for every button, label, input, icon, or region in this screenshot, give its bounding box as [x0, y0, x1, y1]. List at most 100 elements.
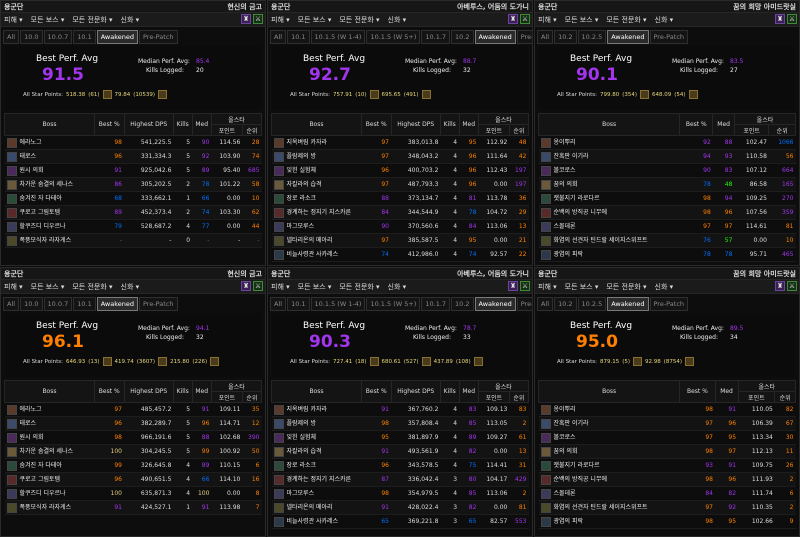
boss-name[interactable]: 순백의 방직공 니무에: [554, 209, 608, 216]
boss-row[interactable]: 순백의 방직공 니무에 98 96 111.93 2: [538, 472, 796, 487]
patch-tab[interactable]: 10.0: [20, 297, 43, 311]
boss-name[interactable]: 넬타리온의 메아리: [287, 237, 333, 244]
patch-tab[interactable]: 10.0.7: [43, 30, 73, 44]
boss-name[interactable]: 옹이뿌리: [554, 139, 576, 146]
boss-row[interactable]: 자칼라의 습격 91 493,561.9 4 82 0.00 13: [271, 444, 529, 459]
boss-name[interactable]: 광염의 피락: [554, 251, 584, 258]
boss-row[interactable]: 비늘사령관 사카레스 74 412,986.0 4 74 92.57 22: [271, 247, 529, 262]
boss-row[interactable]: 순백의 방직공 니무에 98 96 107.56 359: [538, 205, 796, 220]
boss-name[interactable]: 에라노그: [20, 406, 42, 413]
filter-dropdown[interactable]: 신화 ▾: [655, 282, 674, 292]
boss-name[interactable]: 마그모루스: [287, 223, 315, 230]
patch-tab[interactable]: 10.1: [287, 30, 310, 44]
sword-icon[interactable]: ⚔: [253, 14, 263, 24]
boss-row[interactable]: 에라노그 98 541,225.5 5 90 114.56 28: [4, 135, 262, 150]
boss-row[interactable]: 넬타리온의 메아리 91 428,022.4 3 82 0.00 81: [271, 500, 529, 515]
boss-name[interactable]: 폭풍모식자 라자게스: [20, 504, 72, 511]
boss-name[interactable]: 볼코로스: [554, 434, 576, 441]
castle-icon[interactable]: ♜: [508, 281, 518, 291]
patch-tab[interactable]: 10.1: [287, 297, 310, 311]
patch-tab[interactable]: Pre-Patch: [649, 297, 689, 311]
filter-dropdown[interactable]: 모든 전문화 ▾: [339, 15, 379, 25]
filter-dropdown[interactable]: 피해 ▾: [271, 282, 290, 292]
filter-dropdown[interactable]: 신화 ▾: [388, 15, 407, 25]
filter-dropdown[interactable]: 피해 ▾: [538, 15, 557, 25]
boss-name[interactable]: 화염의 선견자 틴드랄 세이지스위프트: [554, 504, 648, 511]
boss-name[interactable]: 자칼라의 습격: [287, 448, 322, 455]
boss-row[interactable]: 잔혹판 이기라 94 93 110.58 56: [538, 149, 796, 164]
boss-name[interactable]: 할쿠즈디 디우르나: [20, 490, 66, 497]
filter-dropdown[interactable]: 모든 전문화 ▾: [339, 282, 379, 292]
castle-icon[interactable]: ♜: [508, 14, 518, 24]
boss-row[interactable]: 옹이뿌리 92 88 102.47 1066: [538, 135, 796, 150]
patch-tab[interactable]: All: [270, 30, 287, 44]
patch-tab[interactable]: Awakened: [607, 297, 649, 311]
patch-tab[interactable]: All: [3, 30, 20, 44]
boss-name[interactable]: 스몰데론: [554, 490, 576, 497]
patch-tab[interactable]: All: [270, 297, 287, 311]
patch-tab[interactable]: Pre-Patch: [516, 30, 532, 44]
patch-tab[interactable]: 10.2.5: [577, 30, 607, 44]
boss-name[interactable]: 폭풍모식자 라자게스: [20, 237, 72, 244]
sword-icon[interactable]: ⚔: [520, 14, 530, 24]
boss-name[interactable]: 쿠로고 그림토템: [20, 476, 61, 483]
patch-tab[interactable]: 10.2: [451, 30, 474, 44]
boss-row[interactable]: 쿠로고 그림토템 89 452,373.4 2 74 103.30 62: [4, 205, 262, 220]
patch-tab[interactable]: 10.1.5 (W 1-4): [310, 30, 366, 44]
boss-name[interactable]: 잊힌 실험체: [287, 167, 317, 174]
patch-tab[interactable]: Awakened: [96, 297, 138, 311]
boss-row[interactable]: 꿈의 의회 78 48 86.58 165: [538, 177, 796, 192]
boss-name[interactable]: 잊힌 실험체: [287, 434, 317, 441]
filter-dropdown[interactable]: 모든 전문화 ▾: [72, 15, 112, 25]
boss-name[interactable]: 플람제의 방: [287, 420, 317, 427]
boss-name[interactable]: 옹이뿌리: [554, 406, 576, 413]
patch-tab[interactable]: 10.1: [73, 297, 96, 311]
filter-dropdown[interactable]: 피해 ▾: [4, 282, 23, 292]
boss-name[interactable]: 숨겨진 자 다테아: [20, 195, 62, 202]
boss-row[interactable]: 마그모루스 98 354,979.5 4 85 113.06 2: [271, 486, 529, 501]
boss-row[interactable]: 스몰데론 84 82 111.74 6: [538, 486, 796, 501]
patch-tab[interactable]: 10.2: [451, 297, 474, 311]
boss-row[interactable]: 옹이뿌리 98 91 110.05 82: [538, 402, 796, 417]
patch-tab[interactable]: 10.0: [20, 30, 43, 44]
filter-dropdown[interactable]: 모든 보스 ▾: [31, 282, 65, 292]
boss-name[interactable]: 순백의 방직공 니무에: [554, 476, 608, 483]
boss-row[interactable]: 광염의 피락 78 78 95.71 465: [538, 247, 796, 262]
sword-icon[interactable]: ⚔: [787, 14, 797, 24]
boss-row[interactable]: 경계하는 정지기 지스카른 84 344,544.9 4 78 104.72 29: [271, 205, 529, 220]
boss-row[interactable]: 에라노그 97 485,457.2 5 91 109.11 35: [4, 402, 262, 417]
patch-tab[interactable]: Awakened: [607, 30, 649, 44]
boss-name[interactable]: 경계하는 정지기 지스카른: [287, 209, 352, 216]
boss-row[interactable]: 지옥벼림 카자라 91 367,760.2 4 83 109.13 83: [271, 402, 529, 417]
boss-name[interactable]: 에라노그: [20, 139, 42, 146]
castle-icon[interactable]: ♜: [775, 14, 785, 24]
patch-tab[interactable]: 10.2: [554, 30, 577, 44]
patch-tab[interactable]: 10.1.5 (W 1-4): [310, 297, 366, 311]
boss-name[interactable]: 넬타리온의 메아리: [287, 504, 333, 511]
boss-row[interactable]: 태로스 96 331,334.3 5 92 103.90 74: [4, 149, 262, 164]
filter-dropdown[interactable]: 모든 보스 ▾: [298, 15, 332, 25]
boss-row[interactable]: 볼코로스 90 83 107.12 664: [538, 163, 796, 178]
boss-name[interactable]: 플람제의 방: [287, 153, 317, 160]
patch-tab[interactable]: Pre-Patch: [138, 30, 178, 44]
boss-name[interactable]: 광염의 피락: [554, 518, 584, 525]
boss-row[interactable]: 폭풍모식자 라자게스 - -0- - -: [4, 233, 262, 248]
boss-row[interactable]: 잿불지기 라로다르 93 91 109.75 26: [538, 458, 796, 473]
filter-dropdown[interactable]: 모든 전문화 ▾: [606, 15, 646, 25]
boss-row[interactable]: 지옥벼림 카자라 97 383,013.8 4 95 112.92 48: [271, 135, 529, 150]
patch-tab[interactable]: Awakened: [474, 297, 516, 311]
boss-row[interactable]: 플람제의 방 97 348,043.2 4 96 111.64 42: [271, 149, 529, 164]
boss-row[interactable]: 원시 의회 91 925,042.6 5 89 95.40 685: [4, 163, 262, 178]
patch-tab[interactable]: All: [537, 30, 554, 44]
sword-icon[interactable]: ⚔: [787, 281, 797, 291]
boss-row[interactable]: 숨겨진 자 다테아 68 333,662.1 1 66 0.00 10: [4, 191, 262, 206]
boss-row[interactable]: 자칼라의 습격 97 487,793.3 4 96 0.00 197: [271, 177, 529, 192]
filter-dropdown[interactable]: 모든 보스 ▾: [565, 15, 599, 25]
boss-row[interactable]: 광염의 피락 98 95 102.66 9: [538, 514, 796, 529]
patch-tab[interactable]: 10.1: [73, 30, 96, 44]
patch-tab[interactable]: 10.1.7: [421, 297, 451, 311]
filter-dropdown[interactable]: 모든 전문화 ▾: [606, 282, 646, 292]
filter-dropdown[interactable]: 모든 보스 ▾: [298, 282, 332, 292]
boss-name[interactable]: 원시 의회: [20, 434, 44, 441]
boss-row[interactable]: 비늘사령관 사카레스 65 369,221.8 3 65 82.57 553: [271, 514, 529, 529]
